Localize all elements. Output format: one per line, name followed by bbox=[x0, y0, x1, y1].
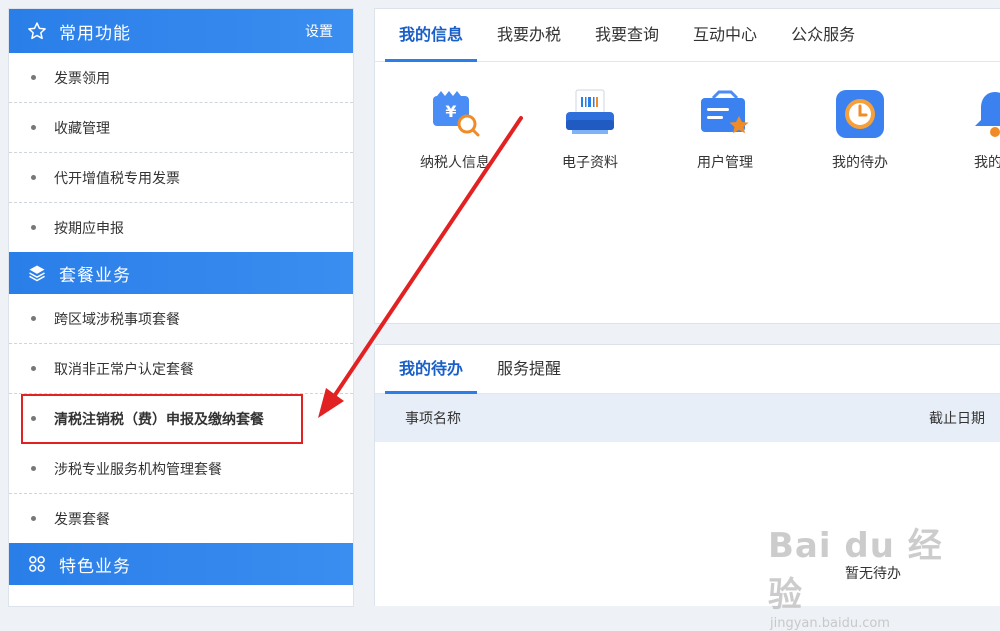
sidebar-item-favorites[interactable]: 收藏管理 bbox=[9, 103, 353, 153]
bell-icon bbox=[967, 86, 1000, 142]
sidebar-item-label: 收藏管理 bbox=[54, 120, 110, 137]
bullet-icon bbox=[31, 175, 36, 180]
app-taxpayer-info[interactable]: ¥ 纳税人信息 bbox=[395, 86, 515, 172]
sidebar-item-label: 取消非正常户认定套餐 bbox=[54, 361, 194, 378]
sidebar-item-label: 按期应申报 bbox=[54, 220, 124, 237]
app-label: 用户管理 bbox=[697, 155, 753, 171]
tab-interaction[interactable]: 互动中心 bbox=[679, 9, 771, 61]
user-card-icon bbox=[697, 86, 753, 142]
app-shortcuts: ¥ 纳税人信息 电子资料 用户管理 我的待办 我的 bbox=[375, 62, 1000, 202]
sidebar-item-label: 发票套餐 bbox=[54, 511, 110, 528]
app-e-documents[interactable]: 电子资料 bbox=[530, 86, 650, 172]
my-info-panel: 我的信息 我要办税 我要查询 互动中心 公众服务 ¥ 纳税人信息 电子资料 用户… bbox=[374, 8, 1000, 324]
tab-my-todo[interactable]: 我的待办 bbox=[385, 345, 478, 394]
sidebar-item-tax-agency[interactable]: 涉税专业服务机构管理套餐 bbox=[9, 444, 353, 494]
tab-tax-handling[interactable]: 我要办税 bbox=[483, 9, 575, 61]
section-header-special: 特色业务 bbox=[9, 543, 353, 585]
app-my-todo[interactable]: 我的待办 bbox=[800, 86, 920, 172]
bullet-icon bbox=[31, 416, 36, 421]
sidebar-item-periodic-declaration[interactable]: 按期应申报 bbox=[9, 203, 353, 252]
section-header-package: 套餐业务 bbox=[9, 252, 353, 294]
bullet-icon bbox=[31, 516, 36, 521]
sidebar-item-vat-invoice[interactable]: 代开增值税专用发票 bbox=[9, 153, 353, 203]
tab-my-info[interactable]: 我的信息 bbox=[385, 9, 478, 62]
settings-link[interactable]: 设置 bbox=[305, 21, 333, 41]
bottom-tabs: 我的待办 服务提醒 bbox=[375, 345, 1000, 394]
tab-query[interactable]: 我要查询 bbox=[581, 9, 673, 61]
svg-text:¥: ¥ bbox=[445, 102, 456, 121]
layers-icon bbox=[27, 263, 47, 283]
section-header-common: 常用功能 设置 bbox=[9, 9, 353, 53]
bullet-icon bbox=[31, 316, 36, 321]
tab-service-reminder[interactable]: 服务提醒 bbox=[483, 345, 575, 393]
grid-icon bbox=[27, 554, 47, 574]
sidebar-item-tax-clearance[interactable]: 清税注销税（费）申报及缴纳套餐 bbox=[9, 394, 353, 444]
column-header-deadline[interactable]: 截止日期 bbox=[929, 408, 985, 428]
watermark-url: jingyan.baidu.com bbox=[770, 616, 890, 631]
bullet-icon bbox=[31, 466, 36, 471]
todo-table-header: 事项名称 截止日期 bbox=[375, 394, 1000, 442]
sidebar-item-invoice-claim[interactable]: 发票领用 bbox=[9, 53, 353, 103]
app-label: 我的待办 bbox=[832, 155, 888, 171]
column-header-name[interactable]: 事项名称 bbox=[405, 408, 461, 428]
sidebar-item-cross-region[interactable]: 跨区域涉税事项套餐 bbox=[9, 294, 353, 344]
sidebar-item-label: 跨区域涉税事项套餐 bbox=[54, 311, 180, 328]
tab-public-service[interactable]: 公众服务 bbox=[777, 9, 869, 61]
bullet-icon bbox=[31, 225, 36, 230]
top-tabs: 我的信息 我要办税 我要查询 互动中心 公众服务 bbox=[375, 9, 1000, 62]
sidebar-item-label: 发票领用 bbox=[54, 70, 110, 87]
taxpayer-info-icon: ¥ bbox=[427, 86, 483, 142]
app-label: 纳税人信息 bbox=[420, 155, 490, 171]
printer-icon bbox=[562, 86, 618, 142]
section-title: 特色业务 bbox=[59, 556, 131, 577]
app-user-management[interactable]: 用户管理 bbox=[665, 86, 785, 172]
sidebar-item-label: 清税注销税（费）申报及缴纳套餐 bbox=[54, 411, 264, 428]
watermark: Bai du 经验 jingyan.baidu.com bbox=[768, 518, 968, 631]
bullet-icon bbox=[31, 125, 36, 130]
clock-icon bbox=[832, 86, 888, 142]
bullet-icon bbox=[31, 75, 36, 80]
sidebar-item-cancel-abnormal[interactable]: 取消非正常户认定套餐 bbox=[9, 344, 353, 394]
star-icon bbox=[27, 21, 47, 41]
app-label: 我的提 bbox=[974, 155, 1000, 171]
sidebar-item-label: 代开增值税专用发票 bbox=[54, 170, 180, 187]
watermark-brand: Bai du 经验 bbox=[768, 526, 943, 615]
sidebar-item-label: 涉税专业服务机构管理套餐 bbox=[54, 461, 222, 478]
sidebar: 常用功能 设置 发票领用 收藏管理 代开增值税专用发票 按期应申报 套餐业务 跨… bbox=[8, 8, 354, 607]
app-label: 电子资料 bbox=[562, 155, 618, 171]
section-title: 套餐业务 bbox=[59, 265, 131, 286]
section-title: 常用功能 bbox=[59, 23, 131, 44]
sidebar-item-invoice-package[interactable]: 发票套餐 bbox=[9, 494, 353, 543]
app-my-reminders[interactable]: 我的提 bbox=[935, 86, 1000, 172]
bullet-icon bbox=[31, 366, 36, 371]
